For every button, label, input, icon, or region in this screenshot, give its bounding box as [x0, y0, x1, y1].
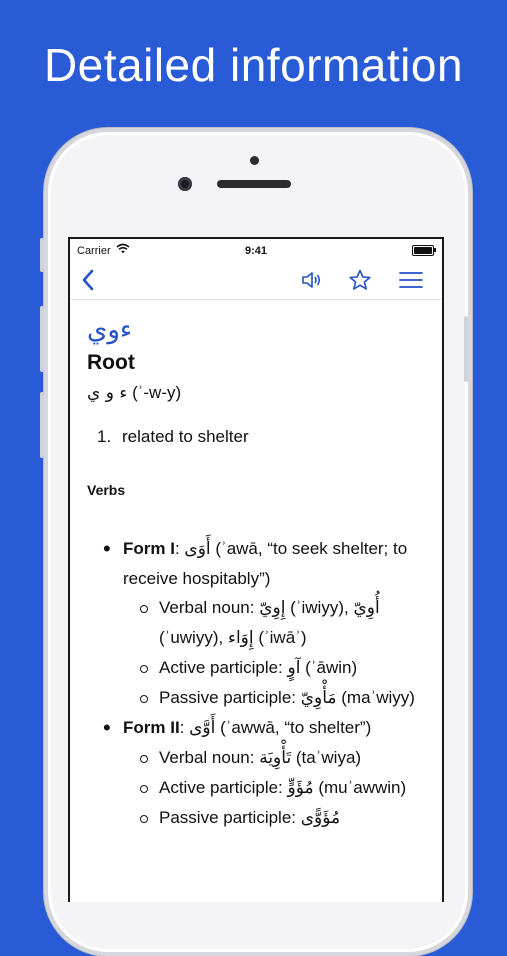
- definition-item: 1. related to shelter: [87, 427, 424, 447]
- root-transliteration: (ʾ-w-y): [132, 382, 182, 402]
- derived-translit: (ʾiwiyy),: [285, 597, 354, 617]
- derived-label: Verbal noun:: [159, 597, 260, 617]
- root-arabic: ء و ي: [87, 382, 128, 403]
- derived-label: Passive participle:: [159, 807, 301, 827]
- derived-translit: (taʾwiya): [291, 747, 362, 767]
- derived-forms-list: Verbal noun: إِوِيّ (ʾiwiyy), أُوِيّ (ʾu…: [123, 593, 424, 713]
- speaker-icon[interactable]: [300, 268, 324, 292]
- verb-form-item: Form II: أَوَّى (ʾawwā, “to shelter”) Ve…: [87, 713, 424, 833]
- derived-forms-list: Verbal noun: تَأْوِيَة (taʾwiya) Active …: [123, 743, 424, 833]
- star-icon[interactable]: [348, 268, 372, 292]
- derived-arabic: إِوِيّ: [259, 597, 286, 618]
- entry-content: ءوي Root ء و ي (ʾ-w-y) 1. related to shel…: [70, 300, 442, 833]
- form-arabic: أَوَّى: [189, 717, 216, 738]
- menu-icon[interactable]: [398, 268, 424, 292]
- derived-form-item: Verbal noun: تَأْوِيَة (taʾwiya): [123, 743, 424, 773]
- definition-number: 1.: [97, 426, 112, 446]
- status-time: 9:41: [244, 245, 268, 257]
- derived-arabic: مُؤَوٍّ: [287, 777, 314, 798]
- app-screen: Carrier 9:41 ءوي Root ء و ي (ʾ-w-y) 1. r…: [68, 237, 444, 902]
- status-bar: Carrier 9:41: [70, 239, 442, 261]
- derived-arabic: مُؤَوًّى: [300, 807, 341, 828]
- entry-type-heading: Root: [87, 350, 135, 374]
- power-button: [464, 316, 468, 382]
- derived-form-item: Active participle: آوٍ (ʾāwin): [123, 653, 424, 683]
- entry-arabic-word: ءوي: [87, 315, 133, 345]
- volume-up-button: [40, 306, 44, 372]
- derived-form-item: Passive participle: مَأْوِيّ (maʾwiyy): [123, 683, 424, 713]
- definition-text: related to shelter: [122, 426, 249, 446]
- derived-arabic: آوٍ: [287, 657, 301, 678]
- derived-label: Passive participle:: [159, 687, 301, 707]
- derived-label: Active participle:: [159, 657, 288, 677]
- derived-translit: (maʾwiyy): [336, 687, 415, 707]
- derived-form-item: Verbal noun: إِوِيّ (ʾiwiyy), أُوِيّ (ʾu…: [123, 593, 424, 653]
- derived-translit-3: (ʾiwāʾ): [253, 627, 307, 647]
- derived-arabic: تَأْوِيَة: [259, 747, 292, 768]
- chevron-left-icon[interactable]: [80, 268, 96, 292]
- form-gloss: (ʾawwā, “to shelter”): [215, 717, 372, 737]
- derived-translit: (muʾawwin): [313, 777, 407, 797]
- earpiece-speaker: [217, 180, 291, 188]
- derived-label: Active participle:: [159, 777, 288, 797]
- derived-translit: (ʾāwin): [300, 657, 358, 677]
- section-heading-verbs: Verbs: [87, 481, 126, 498]
- front-camera: [178, 177, 192, 191]
- derived-arabic-3: إِوَاء: [227, 627, 254, 648]
- derived-arabic: مَأْوِيّ: [300, 687, 337, 708]
- derived-arabic-2: أُوِيّ: [353, 597, 380, 618]
- battery-icon: [412, 245, 436, 256]
- derived-form-item: Passive participle: مُؤَوًّى: [123, 803, 424, 833]
- derived-form-item: Active participle: مُؤَوٍّ (muʾawwin): [123, 773, 424, 803]
- derived-label: Verbal noun:: [159, 747, 260, 767]
- front-sensor: [250, 156, 259, 165]
- verb-forms-list: Form I: أَوَى (ʾawā, “to seek shelter; t…: [87, 534, 424, 833]
- root-line: ء و ي (ʾ-w-y): [87, 383, 424, 403]
- headline: Detailed information: [43, 39, 464, 91]
- volume-down-button: [40, 392, 44, 458]
- form-arabic: أَوَى: [184, 538, 211, 559]
- nav-bar: [70, 261, 442, 300]
- derived-translit-2: (ʾuwiyy),: [159, 627, 228, 647]
- mute-switch: [40, 238, 44, 272]
- form-label: Form I: [123, 538, 175, 558]
- verb-form-item: Form I: أَوَى (ʾawā, “to seek shelter; t…: [87, 534, 424, 713]
- form-label: Form II: [123, 717, 180, 737]
